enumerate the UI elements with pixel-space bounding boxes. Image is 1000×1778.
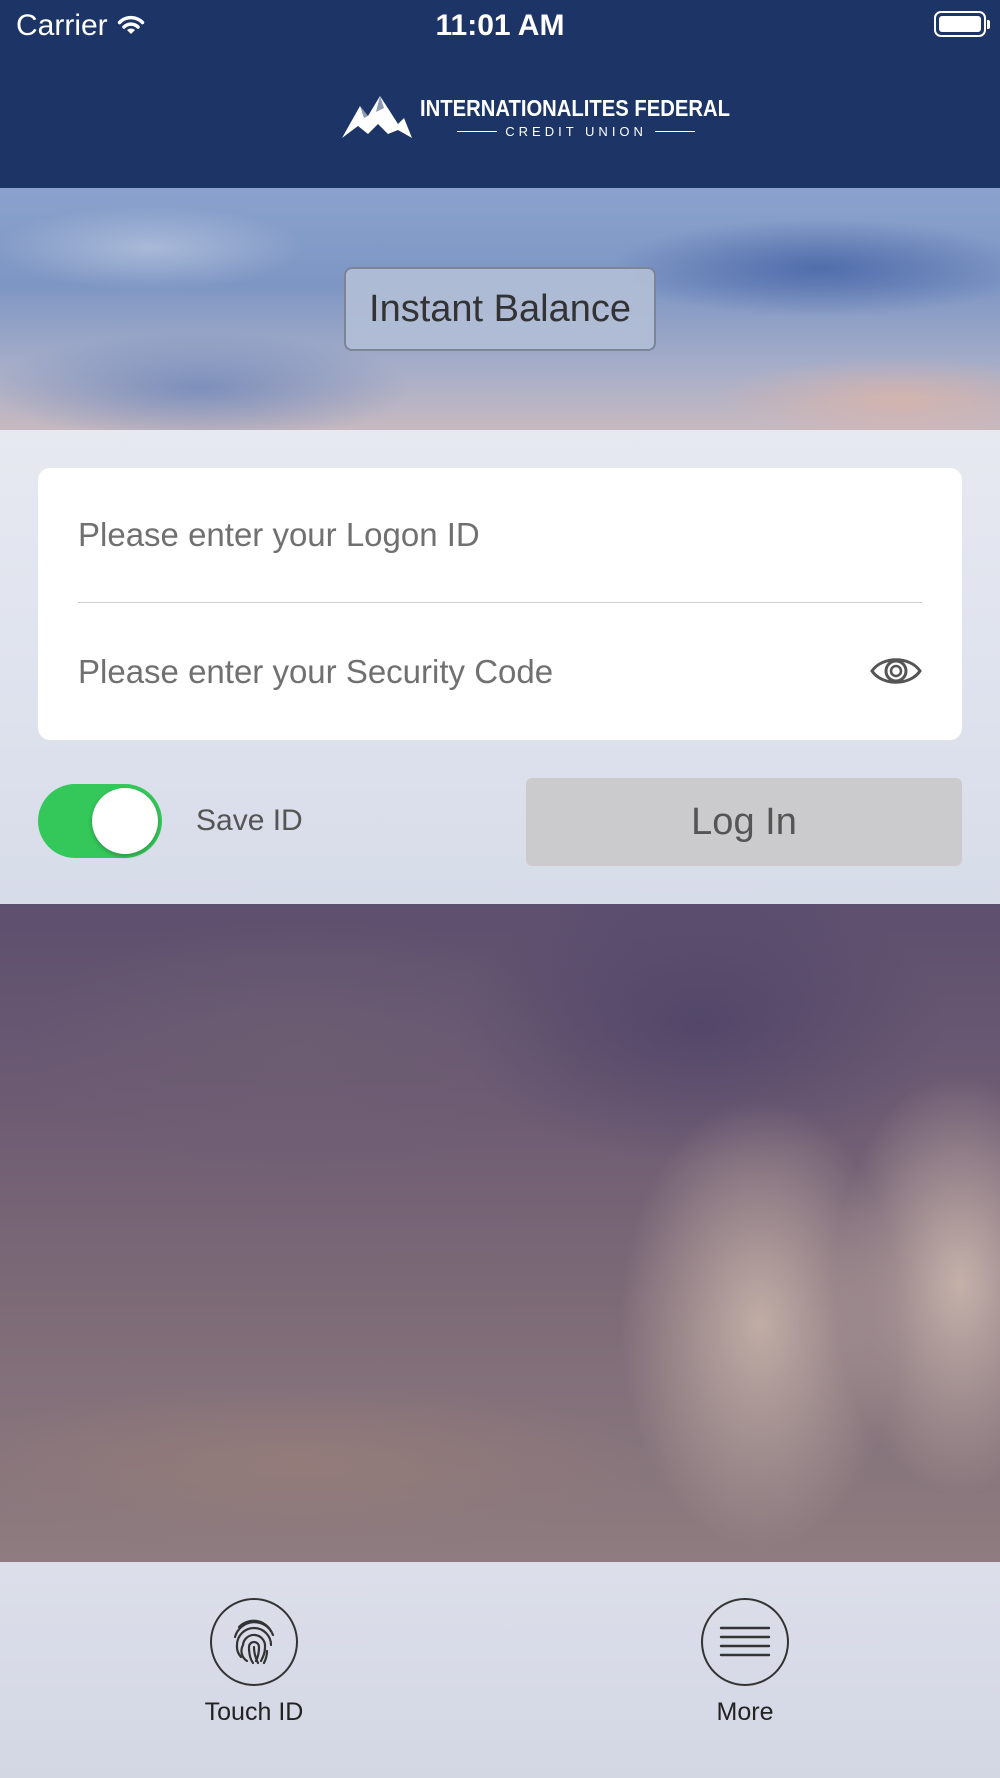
show-password-eye-icon[interactable] bbox=[870, 652, 922, 690]
more-label: More bbox=[716, 1698, 774, 1726]
status-bar: Carrier 11:01 AM bbox=[0, 0, 1000, 50]
login-button[interactable]: Log In bbox=[526, 778, 962, 866]
instant-balance-button[interactable]: Instant Balance bbox=[344, 267, 656, 351]
battery-icon bbox=[934, 11, 990, 37]
security-code-input[interactable] bbox=[78, 652, 838, 691]
logon-id-input[interactable] bbox=[78, 516, 838, 554]
credit-union-logo: INTERNATIONALITES FEDERAL CREDIT UNION bbox=[340, 94, 772, 140]
logo-subtitle: CREDIT UNION bbox=[505, 124, 647, 139]
touch-id-button[interactable]: Touch ID bbox=[174, 1598, 334, 1727]
bottom-bar: Touch ID More bbox=[0, 1562, 1000, 1778]
mountain-logo-icon bbox=[342, 96, 412, 138]
credentials-card bbox=[38, 468, 962, 740]
fingerprint-icon bbox=[233, 1619, 275, 1665]
save-id-label: Save ID bbox=[196, 804, 303, 837]
canyon-background-image bbox=[0, 904, 1000, 1562]
app-header: INTERNATIONALITES FEDERAL CREDIT UNION bbox=[0, 50, 1000, 188]
save-id-toggle[interactable] bbox=[38, 784, 162, 858]
more-button[interactable]: More bbox=[665, 1598, 825, 1727]
sky-banner: Instant Balance bbox=[0, 188, 1000, 430]
clock: 11:01 AM bbox=[435, 9, 565, 42]
logon-field-row bbox=[78, 468, 922, 603]
touch-id-label: Touch ID bbox=[204, 1698, 304, 1726]
security-field-row bbox=[78, 604, 922, 739]
toggle-knob bbox=[92, 788, 158, 854]
logo-name: INTERNATIONALITES FEDERAL bbox=[420, 95, 730, 121]
menu-icon bbox=[719, 1626, 771, 1657]
login-panel: Save ID Log In bbox=[0, 430, 1000, 904]
